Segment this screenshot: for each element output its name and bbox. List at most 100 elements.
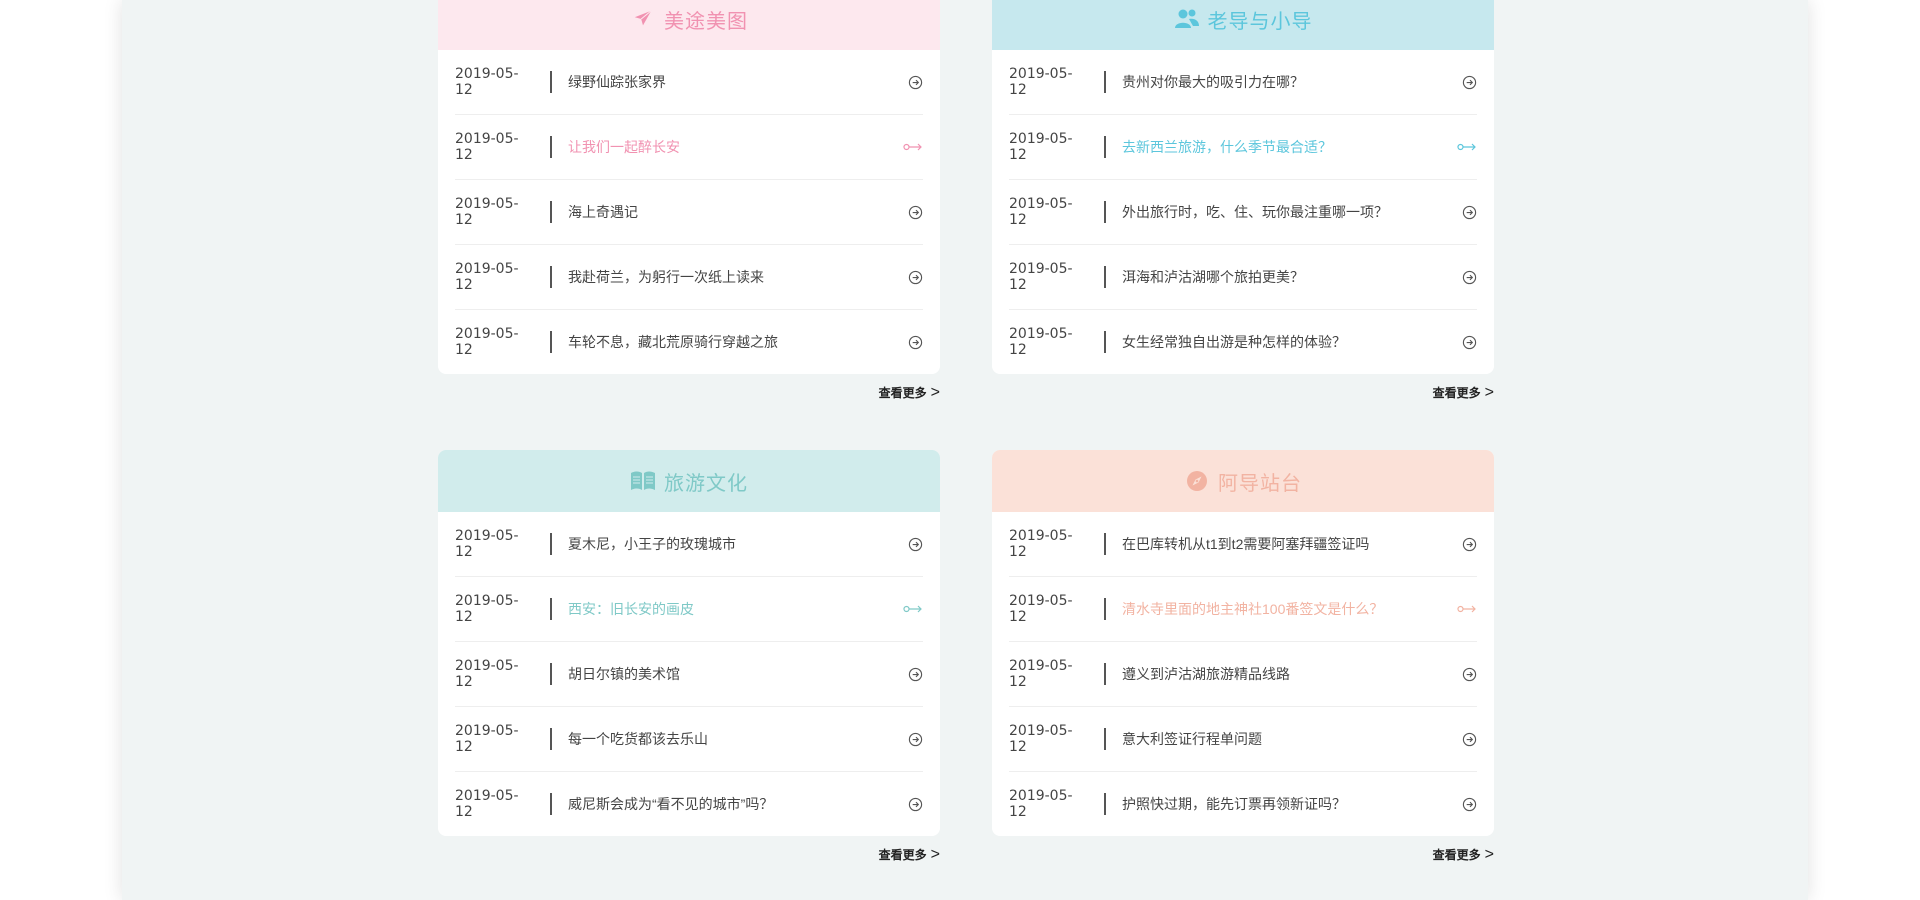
item-title[interactable]: 西安：旧长安的画皮 (568, 599, 903, 619)
list-item[interactable]: 2019-05-12 我赴荷兰，为躬行一次纸上读来 (455, 245, 923, 310)
item-title[interactable]: 贵州对你最大的吸引力在哪？ (1122, 72, 1457, 92)
item-title[interactable]: 女生经常独自出游是种怎样的体验？ (1122, 332, 1457, 352)
list-item[interactable]: 2019-05-12 威尼斯会成为“看不见的城市”吗？ (455, 772, 923, 836)
list-item[interactable]: 2019-05-12 西安：旧长安的画皮 (455, 577, 923, 642)
card-guides: 老导与小导 2019-05-12 贵州对你最大的吸引力在哪？ 2019-05-1… (992, 0, 1494, 401)
divider (550, 331, 552, 353)
list-item[interactable]: 2019-05-12 车轮不息，藏北荒原骑行穿越之旅 (455, 310, 923, 374)
item-title[interactable]: 护照快过期，能先订票再领新证吗？ (1122, 794, 1457, 814)
arrow-circle-icon[interactable] (903, 204, 923, 220)
list-item[interactable]: 2019-05-12 清水寺里面的地主神社100番签文是什么？ (1009, 577, 1477, 642)
arrow-circle-icon[interactable] (1457, 536, 1477, 552)
list-item[interactable]: 2019-05-12 外出旅行时，吃、住、玩你最注重哪一项？ (1009, 180, 1477, 245)
divider (550, 728, 552, 750)
divider (550, 533, 552, 555)
item-title[interactable]: 我赴荷兰，为躬行一次纸上读来 (568, 267, 903, 287)
item-title[interactable]: 让我们一起醉长安 (568, 137, 903, 157)
view-more-link[interactable]: 查看更多 > (438, 384, 940, 401)
divider (550, 793, 552, 815)
list-item[interactable]: 2019-05-12 去新西兰旅游，什么季节最合适？ (1009, 115, 1477, 180)
view-more-label: 查看更多 (1432, 386, 1481, 400)
item-date: 2019-05-12 (455, 788, 519, 820)
long-arrow-icon[interactable] (1457, 139, 1477, 155)
item-date: 2019-05-12 (455, 723, 519, 755)
item-title[interactable]: 车轮不息，藏北荒原骑行穿越之旅 (568, 332, 903, 352)
divider (1104, 266, 1106, 288)
item-title[interactable]: 每一个吃货都该去乐山 (568, 729, 903, 749)
long-arrow-icon[interactable] (1457, 601, 1477, 617)
divider (1104, 136, 1106, 158)
list-item[interactable]: 2019-05-12 夏木尼，小王子的玫瑰城市 (455, 512, 923, 577)
item-date: 2019-05-12 (455, 196, 519, 228)
item-date: 2019-05-12 (455, 326, 519, 358)
item-title[interactable]: 威尼斯会成为“看不见的城市”吗？ (568, 794, 903, 814)
divider (550, 136, 552, 158)
list-item[interactable]: 2019-05-12 女生经常独自出游是种怎样的体验？ (1009, 310, 1477, 374)
list-item[interactable]: 2019-05-12 胡日尔镇的美术馆 (455, 642, 923, 707)
arrow-circle-icon[interactable] (903, 269, 923, 285)
arrow-circle-icon[interactable] (1457, 334, 1477, 350)
arrow-circle-icon[interactable] (1457, 796, 1477, 812)
item-title[interactable]: 在巴库转机从t1到t2需要阿塞拜疆签证吗 (1122, 534, 1457, 554)
view-more-link[interactable]: 查看更多 > (992, 846, 1494, 863)
chevron-right-icon: > (1484, 383, 1494, 401)
item-date: 2019-05-12 (455, 131, 519, 163)
card-header: 美途美图 (438, 0, 940, 50)
arrow-circle-icon[interactable] (903, 666, 923, 682)
book-icon (630, 468, 656, 494)
arrow-circle-icon[interactable] (1457, 666, 1477, 682)
list-item[interactable]: 2019-05-12 贵州对你最大的吸引力在哪？ (1009, 50, 1477, 115)
item-title[interactable]: 洱海和泸沽湖哪个旅拍更美？ (1122, 267, 1457, 287)
article-list: 2019-05-12 夏木尼，小王子的玫瑰城市 2019-05-12 西安：旧长… (438, 512, 940, 836)
view-more-link[interactable]: 查看更多 > (438, 846, 940, 863)
divider (550, 266, 552, 288)
arrow-circle-icon[interactable] (1457, 204, 1477, 220)
divider (550, 71, 552, 93)
long-arrow-icon[interactable] (903, 601, 923, 617)
list-item[interactable]: 2019-05-12 每一个吃货都该去乐山 (455, 707, 923, 772)
list-item[interactable]: 2019-05-12 在巴库转机从t1到t2需要阿塞拜疆签证吗 (1009, 512, 1477, 577)
list-item[interactable]: 2019-05-12 绿野仙踪张家界 (455, 50, 923, 115)
arrow-circle-icon[interactable] (1457, 269, 1477, 285)
item-title[interactable]: 外出旅行时，吃、住、玩你最注重哪一项？ (1122, 202, 1457, 222)
item-date: 2019-05-12 (1009, 261, 1073, 293)
item-title[interactable]: 海上奇遇记 (568, 202, 903, 222)
card-meitu: 美途美图 2019-05-12 绿野仙踪张家界 2019-05-12 让我们一起… (438, 0, 940, 401)
item-title[interactable]: 遵义到泸沽湖旅游精品线路 (1122, 664, 1457, 684)
item-title[interactable]: 清水寺里面的地主神社100番签文是什么？ (1122, 599, 1457, 619)
item-date: 2019-05-12 (1009, 658, 1073, 690)
long-arrow-icon[interactable] (903, 139, 923, 155)
divider (1104, 533, 1106, 555)
arrow-circle-icon[interactable] (903, 796, 923, 812)
list-item[interactable]: 2019-05-12 洱海和泸沽湖哪个旅拍更美？ (1009, 245, 1477, 310)
item-date: 2019-05-12 (455, 261, 519, 293)
divider (550, 598, 552, 620)
divider (550, 663, 552, 685)
arrow-circle-icon[interactable] (903, 74, 923, 90)
item-date: 2019-05-12 (1009, 66, 1073, 98)
view-more-label: 查看更多 (1432, 848, 1481, 862)
arrow-circle-icon[interactable] (903, 334, 923, 350)
article-list: 2019-05-12 贵州对你最大的吸引力在哪？ 2019-05-12 去新西兰… (992, 50, 1494, 374)
view-more-label: 查看更多 (878, 848, 927, 862)
view-more-label: 查看更多 (878, 386, 927, 400)
list-item[interactable]: 2019-05-12 意大利签证行程单问题 (1009, 707, 1477, 772)
item-title[interactable]: 去新西兰旅游，什么季节最合适？ (1122, 137, 1457, 157)
list-item[interactable]: 2019-05-12 护照快过期，能先订票再领新证吗？ (1009, 772, 1477, 836)
item-title[interactable]: 意大利签证行程单问题 (1122, 729, 1457, 749)
list-item[interactable]: 2019-05-12 遵义到泸沽湖旅游精品线路 (1009, 642, 1477, 707)
arrow-circle-icon[interactable] (903, 731, 923, 747)
list-item[interactable]: 2019-05-12 海上奇遇记 (455, 180, 923, 245)
divider (550, 201, 552, 223)
item-title[interactable]: 胡日尔镇的美术馆 (568, 664, 903, 684)
list-item[interactable]: 2019-05-12 让我们一起醉长安 (455, 115, 923, 180)
arrow-circle-icon[interactable] (1457, 731, 1477, 747)
item-title[interactable]: 绿野仙踪张家界 (568, 72, 903, 92)
card-header: 老导与小导 (992, 0, 1494, 50)
arrow-circle-icon[interactable] (903, 536, 923, 552)
arrow-circle-icon[interactable] (1457, 74, 1477, 90)
item-title[interactable]: 夏木尼，小王子的玫瑰城市 (568, 534, 903, 554)
divider (1104, 331, 1106, 353)
chevron-right-icon: > (930, 383, 940, 401)
view-more-link[interactable]: 查看更多 > (992, 384, 1494, 401)
